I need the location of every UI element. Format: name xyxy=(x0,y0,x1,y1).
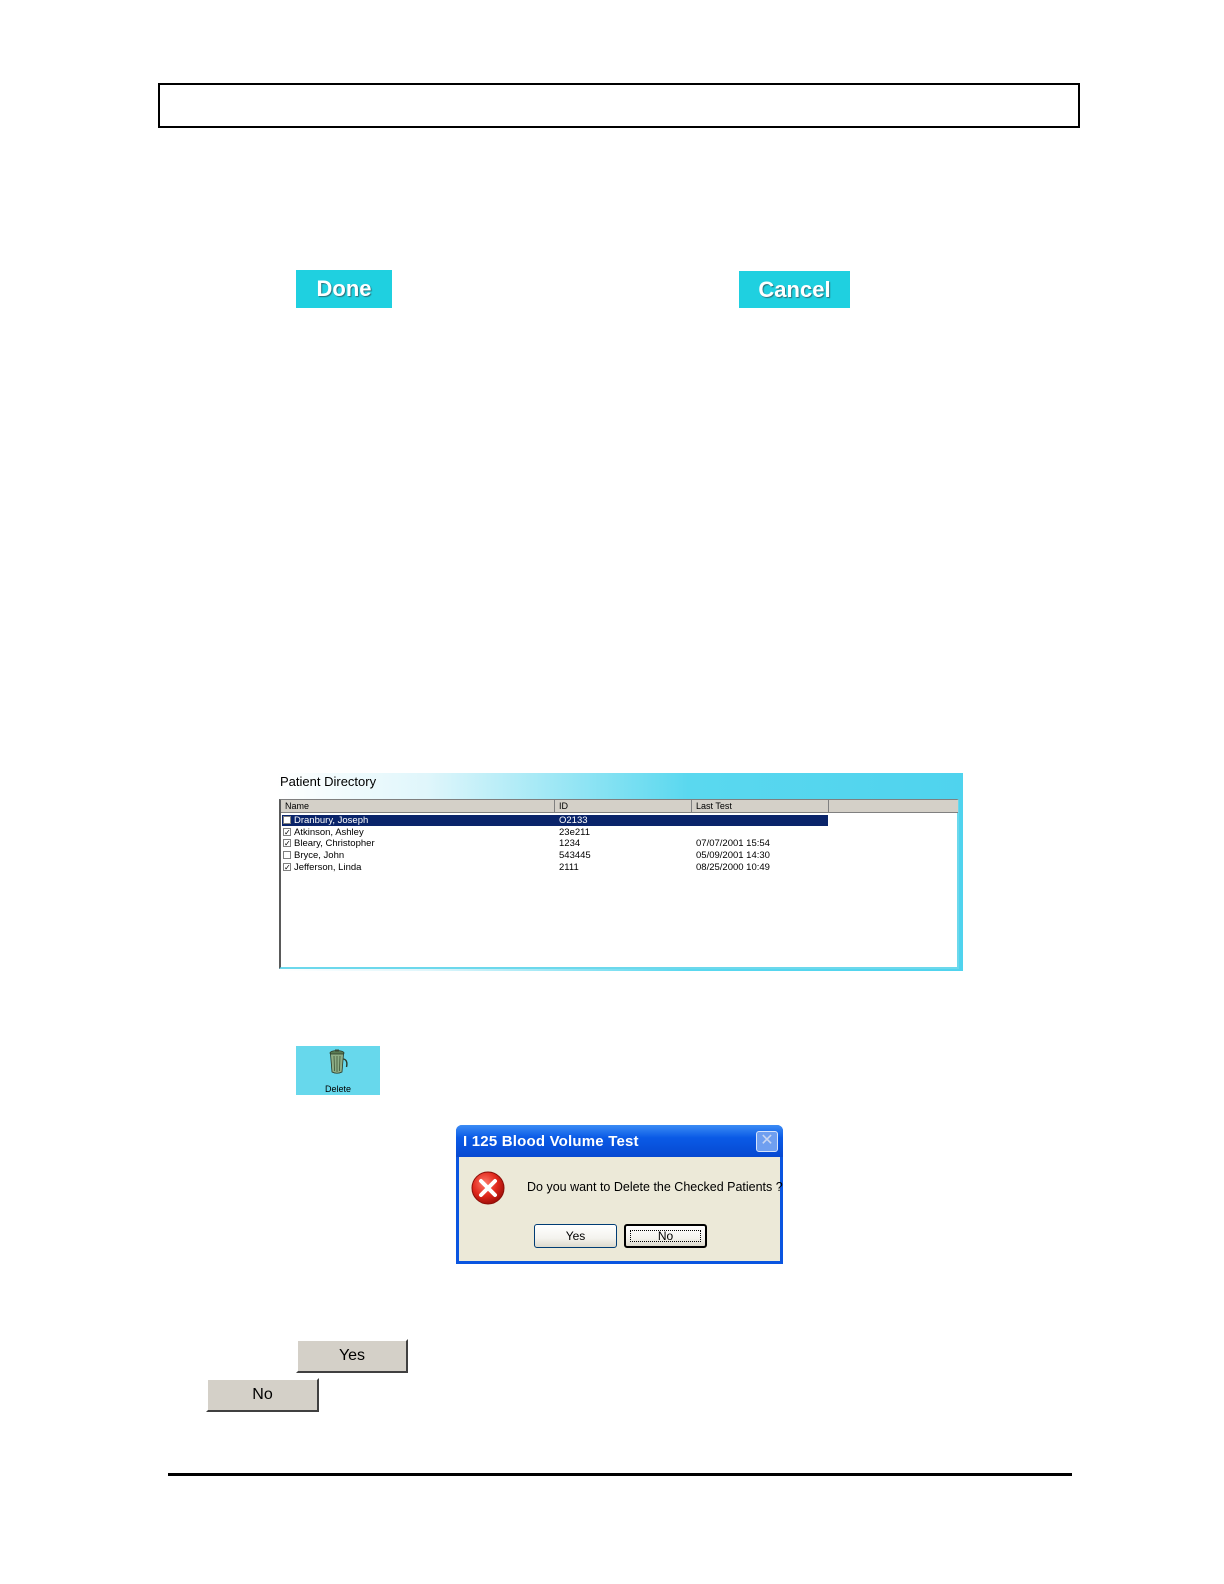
done-button-label: Done xyxy=(316,276,372,301)
row-checkbox[interactable]: ✓ xyxy=(283,862,291,871)
error-icon xyxy=(471,1171,505,1205)
focus-ring xyxy=(630,1230,701,1242)
table-row[interactable]: Dranbury, Joseph O2133 xyxy=(282,815,828,826)
delete-button-label: Delete xyxy=(324,1084,351,1094)
dialog-yes-label: Yes xyxy=(565,1229,586,1243)
cell-last-test: 08/25/2000 10:49 xyxy=(696,861,770,873)
no-button[interactable]: No xyxy=(206,1378,319,1412)
column-header-id[interactable]: ID xyxy=(559,801,568,811)
footer-rule xyxy=(168,1473,1072,1476)
done-button[interactable]: Done xyxy=(296,270,392,308)
cell-id: 543445 xyxy=(559,850,591,862)
dialog-message: Do you want to Delete the Checked Patien… xyxy=(527,1180,783,1194)
cell-id: 1234 xyxy=(559,838,581,850)
yes-button[interactable]: Yes xyxy=(296,1339,408,1373)
delete-button[interactable]: Delete xyxy=(296,1046,380,1095)
cell-last-test: 07/07/2001 15:54 xyxy=(696,838,770,850)
cell-name: Jefferson, Linda xyxy=(294,861,362,873)
cell-name: Atkinson, Ashley xyxy=(294,826,364,838)
row-checkbox[interactable] xyxy=(283,816,291,824)
dialog-close-button[interactable]: ✕ xyxy=(756,1131,778,1152)
cell-name: Bleary, Christopher xyxy=(294,838,375,850)
dialog-title: I 125 Blood Volume Test xyxy=(463,1133,639,1150)
patient-directory-title: Patient Directory xyxy=(280,774,377,789)
cell-id: 23e211 xyxy=(559,826,590,838)
no-button-label: No xyxy=(252,1386,273,1403)
close-icon: ✕ xyxy=(760,1132,774,1149)
cell-name: Bryce, John xyxy=(294,850,345,862)
row-checkbox[interactable] xyxy=(283,851,291,860)
cell-last-test: 05/09/2001 14:30 xyxy=(696,850,770,862)
dialog-yes-button[interactable]: Yes xyxy=(534,1224,617,1248)
yes-button-label: Yes xyxy=(338,1347,366,1364)
table-row[interactable]: Bryce, John 543445 05/09/2001 14:30 xyxy=(282,850,942,861)
column-divider[interactable] xyxy=(691,800,692,813)
trash-can-icon xyxy=(329,1049,348,1074)
table-row[interactable]: ✓ Jefferson, Linda 2111 08/25/2000 10:49 xyxy=(282,862,942,873)
column-header-name[interactable]: Name xyxy=(285,801,309,811)
cell-id: O2133 xyxy=(559,815,588,826)
dialog-no-button[interactable]: No xyxy=(624,1224,707,1248)
cell-id: 2111 xyxy=(559,861,579,873)
header-box xyxy=(158,83,1080,128)
cell-name: Dranbury, Joseph xyxy=(294,815,369,826)
row-checkbox[interactable]: ✓ xyxy=(283,839,291,848)
cancel-button-label: Cancel xyxy=(758,276,831,302)
table-row[interactable]: ✓ Bleary, Christopher 1234 07/07/2001 15:54 xyxy=(282,838,942,849)
patient-list-header: Name ID Last Test xyxy=(281,800,958,813)
column-divider[interactable] xyxy=(828,800,829,813)
table-row[interactable]: ✓ Atkinson, Ashley 23e211 xyxy=(282,827,942,838)
column-divider[interactable] xyxy=(554,800,555,813)
row-checkbox[interactable]: ✓ xyxy=(283,827,291,836)
column-header-last-test[interactable]: Last Test xyxy=(696,801,732,811)
cancel-button[interactable]: Cancel xyxy=(739,271,850,308)
